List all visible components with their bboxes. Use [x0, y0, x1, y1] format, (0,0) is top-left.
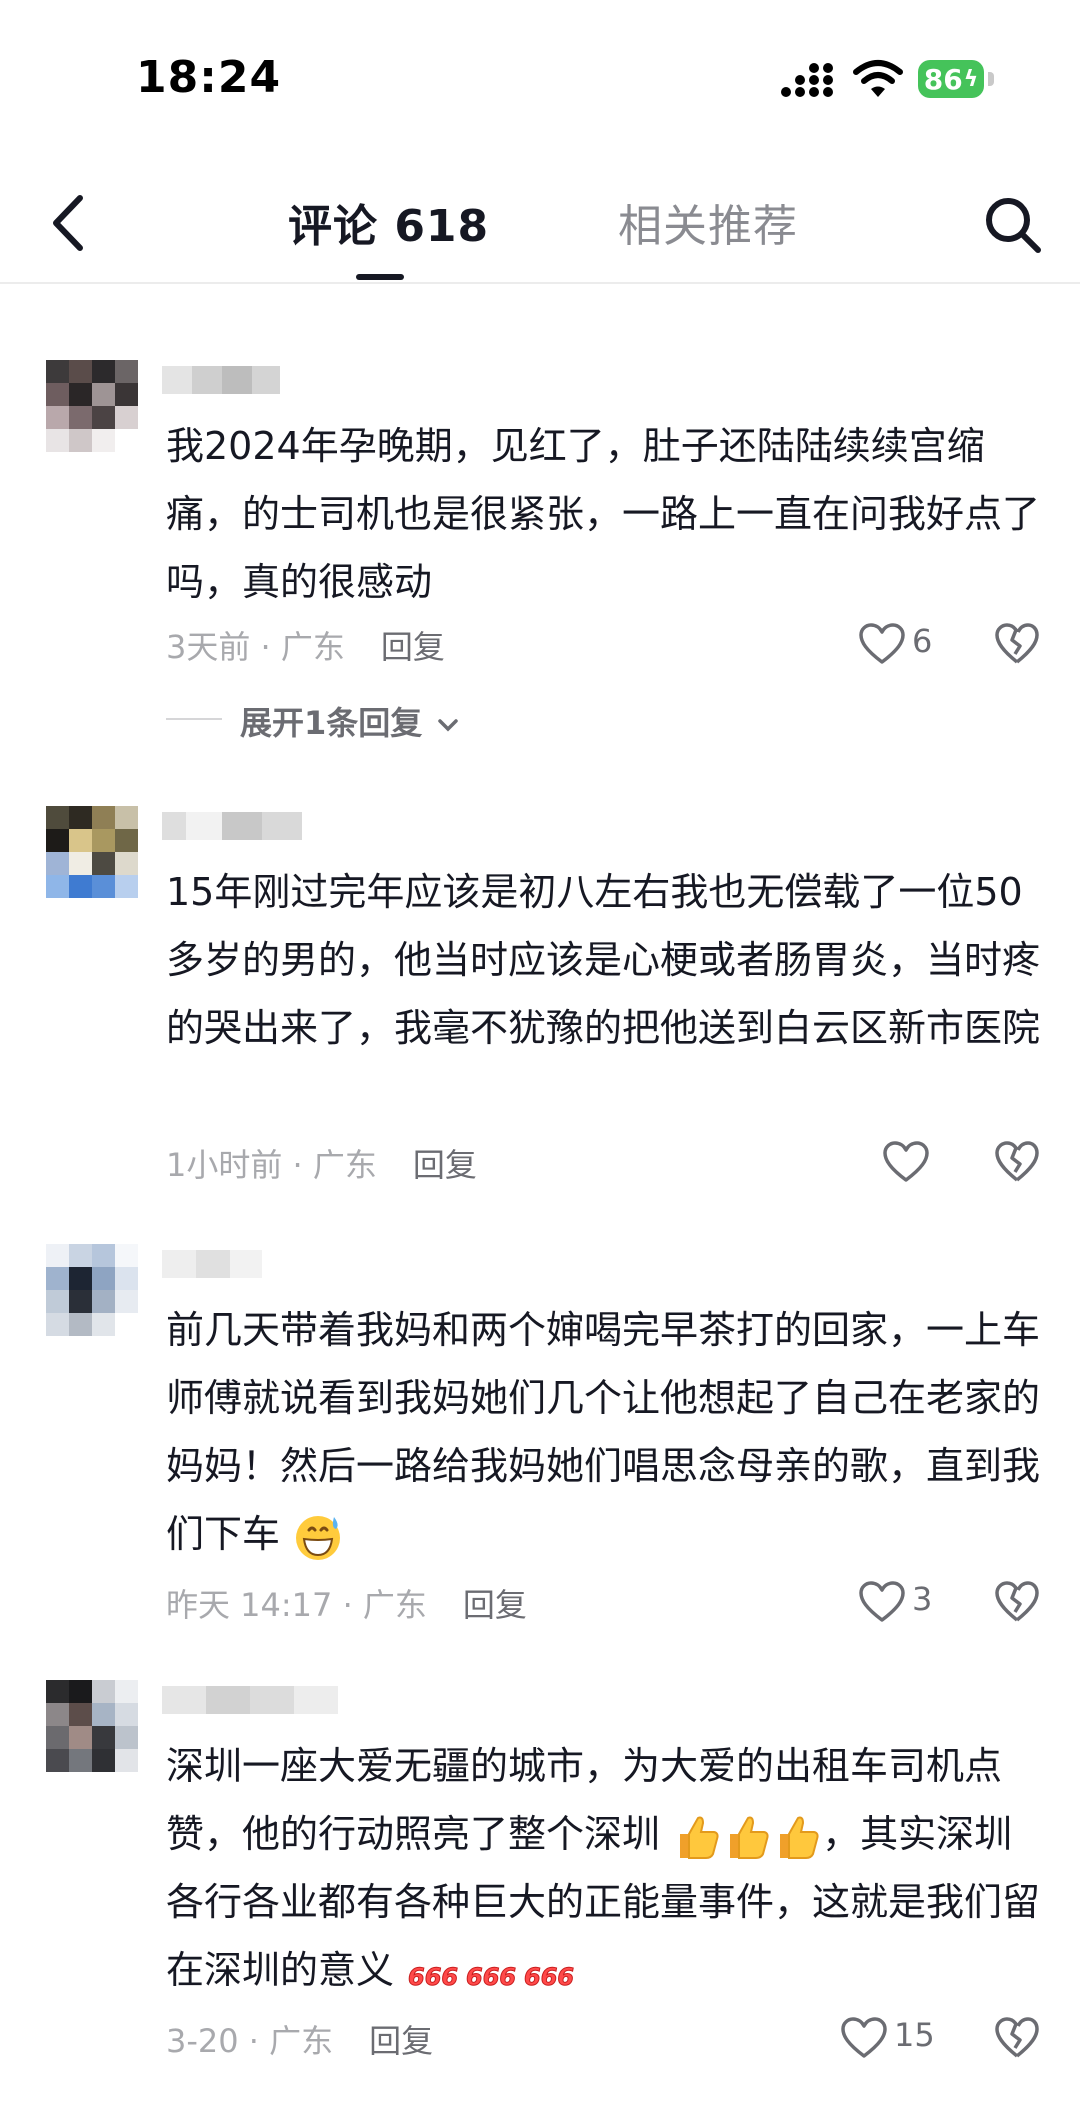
expand-replies-label: 展开1条回复 [240, 704, 423, 742]
like-count: 15 [894, 2016, 935, 2054]
reply-button[interactable]: 回复 [369, 2022, 433, 2060]
avatar[interactable] [46, 1680, 138, 1772]
status-bar: 18:24 86 ϟ [0, 0, 1080, 150]
666-emoji-icon: 666 [524, 1962, 575, 1991]
svg-text:666: 666 [524, 1963, 574, 1991]
thumbs-up-emoji-icon [680, 1816, 719, 1859]
heart-icon[interactable] [858, 1580, 906, 1624]
comment-meta: 3天前 · 广东 回复 [166, 622, 445, 668]
back-arrow-icon[interactable] [44, 188, 94, 258]
comment-text: 我2024年孕晚期，见红了，肚子还陆陆续续宫缩痛，的士司机也是很紧张，一路上一直… [166, 424, 1041, 604]
comment-time-location: 1小时前 · 广东 [166, 1146, 377, 1184]
tab-comments[interactable]: 评论 618 [288, 190, 489, 254]
broken-heart-icon[interactable] [994, 1580, 1040, 1624]
like-count: 3 [912, 1580, 933, 1618]
comments-header: 评论 618 相关推荐 [0, 170, 1080, 284]
expand-divider [166, 718, 222, 720]
666-emoji-icon: 666 [408, 1962, 459, 1991]
chevron-down-icon [438, 719, 459, 732]
expand-replies-button[interactable]: 展开1条回复 [240, 698, 459, 744]
battery-indicator: 86 ϟ [918, 60, 984, 98]
comment-text: 15年刚过完年应该是初八左右我也无偿载了一位50多岁的男的，他当时应该是心梗或者… [166, 870, 1041, 1050]
broken-heart-icon[interactable] [994, 1140, 1040, 1184]
broken-heart-icon[interactable] [994, 622, 1040, 666]
username-blurred[interactable] [162, 812, 302, 840]
search-icon[interactable] [980, 192, 1046, 258]
svg-text:666: 666 [408, 1963, 458, 1991]
666-emoji-icon: 666 [466, 1962, 517, 1991]
comment-time-location: 3-20 · 广东 [166, 2022, 334, 2060]
broken-heart-icon[interactable] [994, 2016, 1040, 2060]
reply-button[interactable]: 回复 [381, 628, 445, 666]
grinning-sweat-emoji-icon [296, 1515, 341, 1560]
heart-icon[interactable] [882, 1140, 930, 1184]
cellular-signal-icon [781, 63, 833, 97]
username-blurred[interactable] [162, 366, 280, 394]
comment-text: 前几天带着我妈和两个婶喝完早茶打的回家，一上车师傅就说看到我妈她们几个让他想起了… [166, 1296, 1046, 1568]
avatar[interactable] [46, 360, 138, 452]
tab-active-indicator [356, 274, 404, 280]
username-blurred[interactable] [162, 1250, 262, 1278]
username-blurred[interactable] [162, 1686, 338, 1714]
comment-text: 深圳一座大爱无疆的城市，为大爱的出租车司机点赞，他的行动照亮了整个深圳 ，其实深… [166, 1732, 1046, 2004]
comment-meta: 1小时前 · 广东 回复 [166, 1140, 477, 1186]
status-time: 18:24 [136, 52, 282, 103]
heart-icon[interactable] [858, 622, 906, 666]
avatar[interactable] [46, 1244, 138, 1336]
comment-time-location: 3天前 · 广东 [166, 628, 345, 666]
thumbs-up-emoji-icon [730, 1816, 769, 1859]
comment-meta: 3-20 · 广东 回复 [166, 2016, 433, 2062]
like-count: 6 [912, 622, 933, 660]
avatar[interactable] [46, 806, 138, 898]
heart-icon[interactable] [840, 2016, 888, 2060]
tab-related[interactable]: 相关推荐 [618, 190, 798, 254]
svg-text:666: 666 [466, 1963, 516, 1991]
reply-button[interactable]: 回复 [463, 1586, 527, 1624]
battery-level: 86 [923, 62, 963, 96]
comment-time-location: 昨天 14:17 · 广东 [166, 1586, 427, 1624]
wifi-icon [853, 60, 903, 97]
comment-meta: 昨天 14:17 · 广东 回复 [166, 1580, 527, 1626]
battery-tip [988, 72, 994, 86]
thumbs-up-emoji-icon [780, 1816, 819, 1859]
reply-button[interactable]: 回复 [413, 1146, 477, 1184]
